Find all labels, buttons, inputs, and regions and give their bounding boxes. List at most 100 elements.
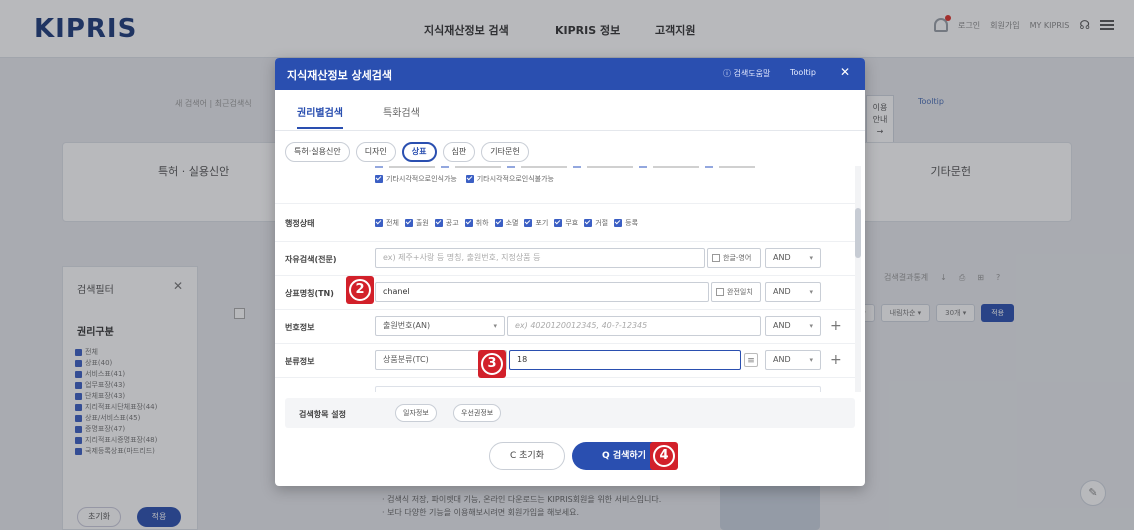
checkbox-icon [464, 219, 473, 227]
number-input[interactable]: ex) 4020120012345, 40-?-12345 [507, 316, 761, 336]
checkbox-icon [494, 219, 503, 227]
checkbox-icon [375, 175, 383, 183]
operator-value: AND [773, 321, 791, 330]
exact-match-option[interactable]: 완전일치 [711, 282, 761, 302]
chip-patent[interactable]: 특허·실용신안 [285, 142, 350, 162]
status-checkbox[interactable]: 출원 [404, 218, 429, 228]
step-number: 4 [653, 445, 675, 467]
status-checkbox-label: 공고 [445, 219, 459, 227]
form-scrollbar[interactable] [855, 166, 861, 392]
number-info-row: 번호정보 출원번호(AN) ▾ ex) 4020120012345, 40-?-1… [275, 310, 855, 344]
search-help-link[interactable]: ⓘ 검색도움말 [723, 68, 770, 79]
checkbox-icon [712, 254, 720, 262]
checkbox-icon [584, 219, 593, 227]
number-info-operator[interactable]: AND ▾ [765, 316, 821, 336]
type-options: 기타시각적으로인식가능 기타시각적으로인식불가능 [375, 174, 560, 186]
status-checkbox-label: 포기 [535, 219, 549, 227]
search-options-title: 검색항목 설정 [299, 410, 346, 419]
class-code-input[interactable]: 18 [509, 350, 741, 370]
status-options: 전체 출원 공고 취하 소멸 포기 무효 거절 등록 [375, 218, 644, 228]
status-checkbox-label: 무효 [565, 219, 579, 227]
status-row: 행정상태 전체 출원 공고 취하 소멸 포기 무효 거절 등록 [275, 204, 855, 242]
status-checkbox-label: 전체 [386, 219, 399, 227]
number-info-label: 번호정보 [285, 323, 315, 332]
chevron-down-icon: ▾ [809, 288, 813, 296]
chevron-down-icon: ▾ [493, 322, 497, 330]
status-checkbox-label: 거절 [595, 219, 609, 227]
rights-type-chips: 특허·실용신안 디자인 상표 심판 기타문헌 [285, 142, 529, 162]
type-checkbox-label: 기타시각적으로인식가능 [386, 175, 457, 183]
trademark-name-input[interactable]: chanel [375, 282, 709, 302]
chip-trial[interactable]: 심판 [442, 142, 476, 162]
trademark-name-label: 상표명칭(TN) [285, 289, 334, 298]
chip-design[interactable]: 디자인 [355, 142, 396, 162]
clipped-options [375, 166, 755, 168]
close-icon[interactable]: ✕ [840, 65, 850, 79]
status-checkbox-label: 등록 [625, 219, 639, 227]
operator-value: AND [773, 355, 791, 364]
tooltip-toggle[interactable]: Tooltip [790, 68, 816, 77]
step-marker-2: 2 [346, 276, 374, 304]
class-info-operator[interactable]: AND ▾ [765, 350, 821, 370]
tab-divider [275, 130, 865, 131]
free-search-operator[interactable]: AND ▾ [765, 248, 821, 268]
checkbox-icon [554, 219, 563, 227]
option-label: 한글-영어 [723, 254, 752, 262]
status-checkbox-label: 출원 [415, 219, 429, 227]
step-number: 3 [481, 353, 503, 375]
select-value: 출원번호(AN) [383, 321, 431, 330]
trademark-name-operator[interactable]: AND ▾ [765, 282, 821, 302]
search-options-section: 검색항목 설정 일자정보 우선권정보 [285, 398, 855, 428]
checkbox-icon [465, 175, 474, 183]
reset-button[interactable]: C 초기화 [489, 442, 565, 470]
class-lookup-icon[interactable]: ≡ [744, 353, 758, 367]
type-checkbox-label: 기타시각적으로인식불가능 [476, 175, 554, 183]
clipped-row [275, 378, 855, 392]
status-checkbox[interactable]: 등록 [614, 218, 638, 228]
operator-value: AND [773, 287, 791, 296]
status-checkbox-label: 소멸 [505, 219, 519, 227]
modal-title: 지식재산정보 상세검색 [287, 69, 393, 82]
number-type-select[interactable]: 출원번호(AN) ▾ [375, 316, 505, 336]
type-checkbox[interactable]: 기타시각적으로인식가능 [375, 174, 457, 184]
status-checkbox[interactable]: 소멸 [494, 218, 519, 228]
form-scrollbar-thumb[interactable] [855, 208, 861, 258]
status-checkbox[interactable]: 전체 [375, 218, 399, 228]
status-checkbox[interactable]: 취하 [464, 218, 489, 228]
status-checkbox-label: 취하 [475, 219, 489, 227]
chevron-down-icon: ▾ [809, 356, 813, 364]
option-label: 완전일치 [727, 288, 753, 296]
step-marker-4: 4 [650, 442, 678, 470]
add-row-plus-icon[interactable]: + [830, 318, 842, 334]
checkbox-icon [434, 219, 443, 227]
checkbox-icon [404, 219, 413, 227]
add-row-plus-icon[interactable]: + [830, 352, 842, 368]
status-checkbox[interactable]: 포기 [524, 218, 548, 228]
status-checkbox[interactable]: 공고 [434, 218, 459, 228]
chevron-down-icon: ▾ [809, 254, 813, 262]
status-label: 행정상태 [285, 219, 315, 228]
advanced-search-modal: 지식재산정보 상세검색 ⓘ 검색도움말 Tooltip ✕ 권리별검색 특화검색… [275, 58, 865, 486]
status-checkbox[interactable]: 거절 [584, 218, 608, 228]
priority-info-button[interactable]: 우선권정보 [453, 404, 502, 422]
chevron-down-icon: ▾ [809, 322, 813, 330]
free-search-label: 자유검색(전문) [285, 255, 337, 264]
date-info-button[interactable]: 일자정보 [395, 404, 437, 422]
step-marker-3: 3 [478, 350, 506, 378]
korean-english-option[interactable]: 한글-영어 [707, 248, 761, 268]
tab-special-search[interactable]: 특화검색 [383, 104, 420, 129]
free-search-row: 자유검색(전문) ex) 제주+사랑 등 명칭, 출원번호, 지정상품 등 한글… [275, 242, 855, 276]
class-info-label: 분류정보 [285, 357, 315, 366]
search-type-tabs: 권리별검색 특화검색 [297, 104, 420, 129]
status-checkbox[interactable]: 무효 [554, 218, 578, 228]
checkbox-icon [524, 219, 533, 227]
tab-rights-search[interactable]: 권리별검색 [297, 104, 343, 129]
type-checkbox[interactable]: 기타시각적으로인식불가능 [465, 174, 554, 184]
step-number: 2 [349, 279, 371, 301]
free-search-input[interactable]: ex) 제주+사랑 등 명칭, 출원번호, 지정상품 등 [375, 248, 705, 268]
chip-trademark[interactable]: 상표 [401, 142, 437, 162]
chip-other-docs[interactable]: 기타문헌 [481, 142, 529, 162]
trademark-type-row: 기타시각적으로인식가능 기타시각적으로인식불가능 [275, 166, 855, 204]
clipped-input [375, 386, 821, 392]
checkbox-icon [614, 219, 623, 227]
